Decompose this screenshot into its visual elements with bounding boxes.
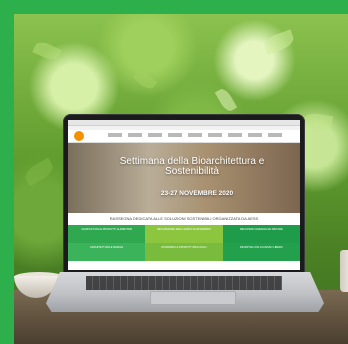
hero-banner: Settimana della Bioarchitettura e Sosten… — [68, 143, 300, 213]
site-logo — [74, 131, 84, 141]
topic-grid: AGRICOLTURA E PRODOTTI ALIMENTARI RECUPE… — [68, 225, 300, 261]
laptop-screen: Settimana della Bioarchitettura e Sosten… — [68, 120, 300, 270]
topic-cell: RECUPERARE DEGLI EDIFICI E RISPARMIO — [145, 225, 223, 243]
hero-title: Settimana della Bioarchitettura e Sosten… — [119, 156, 265, 177]
hero-date: 23-27 NOVEMBRE 2020 — [160, 190, 234, 197]
topic-cell: INIZIATIVE CON ACCESSO LIBERO — [222, 243, 300, 261]
topic-cell: RECUPERO ENERGIA ED ABITARE — [222, 225, 300, 243]
trackpad — [150, 291, 236, 305]
keyboard — [86, 276, 282, 290]
topic-cell: AGRICOLTURA E PRODOTTI ALIMENTARI — [68, 225, 146, 243]
topic-cell: RISPARMIO E PRODOTTI BIOLOGICI — [145, 243, 223, 261]
tagline: RASSEGNA DEDICATA ALLE SOLUZIONI SOSTENI… — [68, 213, 300, 225]
laptop-lid: Settimana della Bioarchitettura e Sosten… — [63, 114, 305, 274]
site-nav — [68, 130, 300, 143]
cup — [340, 250, 348, 292]
nav-links — [108, 133, 288, 137]
topic-cell: ARCHITETTURA E DESIGN — [68, 243, 146, 261]
